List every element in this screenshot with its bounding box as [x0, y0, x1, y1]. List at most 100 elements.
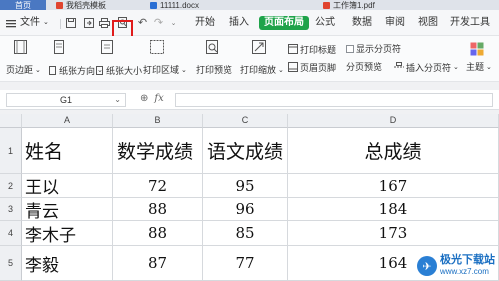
row-header-4[interactable]: 4: [0, 221, 22, 246]
table-cell[interactable]: 85: [203, 221, 288, 246]
checkbox[interactable]: [346, 44, 354, 53]
tab-pdf-label: 工作簿1.pdf: [333, 0, 375, 10]
print-area-label: 打印区域: [143, 65, 180, 75]
row-header-5[interactable]: 5: [0, 246, 22, 281]
table-cell[interactable]: 72: [113, 174, 203, 198]
tab-insert[interactable]: 插入: [229, 16, 249, 30]
margin-icon[interactable]: [13, 40, 27, 54]
tab-start[interactable]: 开始: [195, 16, 215, 30]
paper-size-label: 纸张大小: [106, 65, 143, 76]
export-icon[interactable]: [82, 16, 95, 29]
page-break-preview-button[interactable]: 分页预览: [346, 60, 382, 73]
header-cell-total[interactable]: 总成绩: [288, 128, 499, 174]
paper-size-icon[interactable]: [100, 40, 114, 54]
print-icon[interactable]: [98, 16, 111, 29]
print-preview-label: 打印预览: [196, 65, 233, 75]
tab-docx-label: 11111.docx: [160, 0, 199, 10]
insert-page-break-button[interactable]: 插入分页符 ⌄: [394, 60, 459, 74]
header-cell-chinese[interactable]: 语文成绩: [203, 128, 288, 174]
fx-icon[interactable]: fx: [154, 93, 163, 104]
print-area-button[interactable]: 打印区域 ⌄: [143, 63, 187, 76]
table-cell[interactable]: 95: [203, 174, 288, 198]
print-area-icon[interactable]: [150, 40, 164, 54]
table-cell[interactable]: 李木子: [22, 221, 113, 246]
chevron-down-icon: ⌄: [486, 63, 492, 71]
print-scale-icon[interactable]: [252, 40, 266, 54]
undo-icon[interactable]: ↶: [136, 16, 149, 29]
file-menu[interactable]: 文件 ⌄: [6, 16, 49, 30]
tab-home[interactable]: 首页: [0, 0, 46, 10]
chevron-down-icon: ⌄: [43, 19, 49, 26]
header-cell-math[interactable]: 数学成绩: [113, 128, 203, 174]
table-cell[interactable]: 96: [203, 198, 288, 221]
name-box[interactable]: G1 ⌄: [6, 93, 126, 107]
theme-label: 主题: [466, 62, 485, 72]
table-cell[interactable]: 184: [288, 198, 499, 221]
chevron-down-icon: ⌄: [278, 66, 284, 74]
menu-row: 文件 ⌄ ↶ ↷ ⌄ 开始 插入 页面布局 公式 数据 审阅 视图 开发工具: [0, 10, 499, 40]
header-cell-name[interactable]: 姓名: [22, 128, 113, 174]
print-scale-button[interactable]: 打印缩放 ⌄: [240, 63, 284, 76]
row-header-3[interactable]: 3: [0, 198, 22, 221]
quick-access-dropdown-icon[interactable]: ⌄: [167, 16, 180, 29]
insert-page-break-label: 插入分页符: [406, 62, 452, 73]
formula-input[interactable]: [175, 93, 493, 107]
redo-icon[interactable]: ↷: [152, 16, 165, 29]
watermark-text: 极光下载站 www.xz7.com: [440, 255, 495, 277]
row-header-1[interactable]: 1: [0, 128, 22, 174]
divider: [60, 19, 61, 29]
watermark-url: www.xz7.com: [440, 267, 489, 276]
print-scale-label: 打印缩放: [240, 65, 277, 75]
tab-docx[interactable]: 11111.docx: [150, 0, 199, 10]
column-header-b[interactable]: B: [113, 114, 203, 128]
tab-page-layout[interactable]: 页面布局: [259, 16, 309, 30]
orientation-button[interactable]: 纸张方向 ⌄: [49, 63, 103, 77]
tab-developer[interactable]: 开发工具: [450, 16, 490, 30]
theme-icon[interactable]: [470, 42, 484, 56]
row-header-2[interactable]: 2: [0, 174, 22, 198]
ribbon-toolbar: 页边距 ⌄ 纸张方向 ⌄ 纸张大小 ⌄ 打印区域 ⌄ 打印预览 打印缩放 ⌄ 打印标题 页…: [0, 36, 499, 82]
column-header-d[interactable]: D: [288, 114, 499, 128]
chevron-down-icon: ⌄: [453, 64, 459, 71]
tab-view[interactable]: 视图: [418, 16, 438, 30]
table-cell[interactable]: 青云: [22, 198, 113, 221]
select-all-corner[interactable]: [0, 114, 22, 128]
column-header-a[interactable]: A: [22, 114, 113, 128]
table-cell[interactable]: 77: [203, 246, 288, 281]
file-menu-label: 文件: [20, 17, 40, 28]
tab-templates-label: 我稻壳模板: [66, 0, 106, 10]
table-cell[interactable]: 173: [288, 221, 499, 246]
zoom-icon[interactable]: ⊕: [140, 93, 148, 104]
tab-pdf[interactable]: 工作簿1.pdf: [323, 0, 375, 10]
print-preview-large-icon[interactable]: [206, 40, 220, 54]
table-cell[interactable]: 167: [288, 174, 499, 198]
orientation-label: 纸张方向: [59, 65, 96, 76]
print-preview-button[interactable]: 打印预览: [196, 63, 232, 76]
print-titles-button[interactable]: 打印标题: [288, 42, 336, 56]
table-cell[interactable]: 88: [113, 198, 203, 221]
tab-formulas[interactable]: 公式: [315, 16, 335, 30]
table-cell[interactable]: 88: [113, 221, 203, 246]
tab-review[interactable]: 审阅: [385, 16, 405, 30]
watermark: ✈ 极光下载站 www.xz7.com: [417, 255, 495, 277]
table-cell[interactable]: 王以: [22, 174, 113, 198]
header-footer-button[interactable]: 页眉页脚: [288, 60, 336, 74]
tab-templates[interactable]: 我稻壳模板: [56, 0, 106, 10]
hamburger-icon: [6, 19, 16, 27]
header-footer-label: 页眉页脚: [300, 62, 337, 73]
table-cell[interactable]: 87: [113, 246, 203, 281]
formula-bar: G1 ⌄ ⊕ fx: [0, 90, 499, 110]
paper-size-button[interactable]: 纸张大小 ⌄: [96, 63, 150, 77]
margin-button[interactable]: 页边距 ⌄: [6, 63, 41, 76]
save-icon[interactable]: [64, 16, 77, 29]
tab-home-label: 首页: [15, 0, 31, 10]
column-header-c[interactable]: C: [203, 114, 288, 128]
template-icon: [56, 1, 63, 9]
orientation-icon[interactable]: [52, 40, 66, 54]
chevron-down-icon: ⌄: [35, 66, 41, 74]
tab-data[interactable]: 数据: [352, 16, 372, 30]
theme-button[interactable]: 主题 ⌄: [466, 60, 492, 73]
show-page-breaks-checkbox[interactable]: 显示分页符: [346, 42, 401, 55]
table-cell[interactable]: 李毅: [22, 246, 113, 281]
formula-tools: ⊕ fx: [140, 93, 164, 104]
